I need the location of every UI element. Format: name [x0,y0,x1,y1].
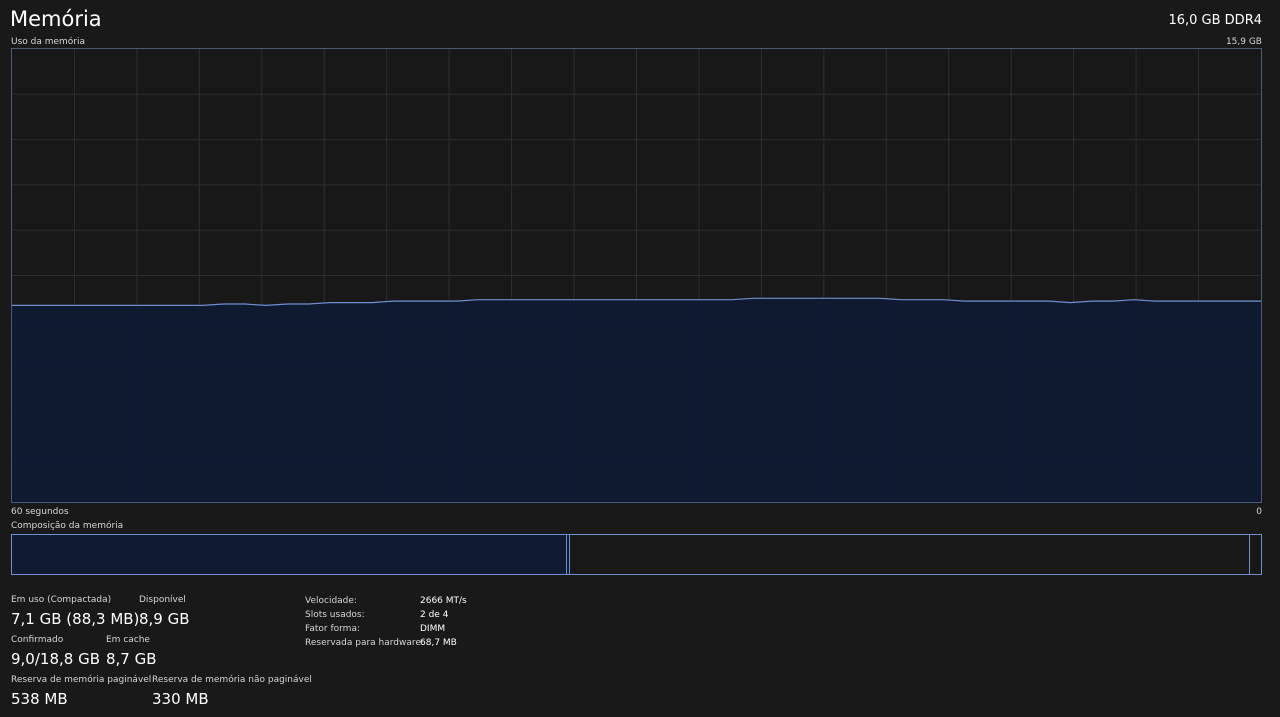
property-row-slots: Slots usados: 2 de 4 [305,608,467,622]
graph-time-left-label: 60 segundos [11,507,69,517]
hardware-properties: Velocidade: 2666 MT/s Slots usados: 2 de… [305,594,467,650]
composition-in-use-segment [12,535,567,574]
composition-label: Composição da memória [11,521,124,531]
property-row-speed: Velocidade: 2666 MT/s [305,594,467,608]
stat-committed-label: Confirmado [11,635,64,645]
memory-composition-bar [11,534,1262,575]
stat-available-value: 8,9 GB [139,610,190,628]
stat-paged-pool: Reserva de memória paginável 538 MB [11,674,151,709]
memory-performance-panel: Memória 16,0 GB DDR4 Uso da memória 15,9… [0,0,1280,717]
usage-area [12,298,1261,502]
memory-type-label: 16,0 GB DDR4 [1168,13,1262,28]
stat-cached: Em cache 8,7 GB [106,634,157,669]
page-title: Memória [10,7,102,31]
stat-available: Disponível 8,9 GB [139,594,190,629]
graph-label: Uso da memória [11,37,86,47]
memory-usage-graph [11,48,1262,503]
property-value: 2666 MT/s [420,596,467,606]
property-value: 2 de 4 [420,610,449,620]
stat-in-use: Em uso (Compactada) 7,1 GB (88,3 MB) [11,594,139,629]
property-row-form-factor: Fator forma: DIMM [305,622,467,636]
property-key: Fator forma: [305,624,360,634]
stat-available-label: Disponível [139,595,186,605]
stat-cached-label: Em cache [106,635,150,645]
graph-time-right-label: 0 [1256,507,1262,517]
composition-standby-segment [570,535,1250,574]
graph-max-label: 15,9 GB [1225,37,1262,47]
property-key: Reservada para hardware: [305,638,424,648]
property-value: DIMM [420,624,446,634]
stat-nonpaged-pool: Reserva de memória não paginável 330 MB [152,674,312,709]
stat-nonpaged-pool-label: Reserva de memória não paginável [152,675,312,685]
stat-in-use-label: Em uso (Compactada) [11,595,112,605]
stat-paged-pool-label: Reserva de memória paginável [11,675,152,685]
stat-cached-value: 8,7 GB [106,650,157,668]
stat-nonpaged-pool-value: 330 MB [152,690,209,708]
stat-in-use-value: 7,1 GB (88,3 MB) [11,610,140,628]
property-row-hardware-reserved: Reservada para hardware: 68,7 MB [305,636,467,650]
memory-usage-chart [12,49,1261,502]
stat-paged-pool-value: 538 MB [11,690,68,708]
stat-committed: Confirmado 9,0/18,8 GB [11,634,100,669]
property-value: 68,7 MB [420,638,457,648]
property-key: Slots usados: [305,610,365,620]
property-key: Velocidade: [305,596,357,606]
stat-committed-value: 9,0/18,8 GB [11,650,100,668]
